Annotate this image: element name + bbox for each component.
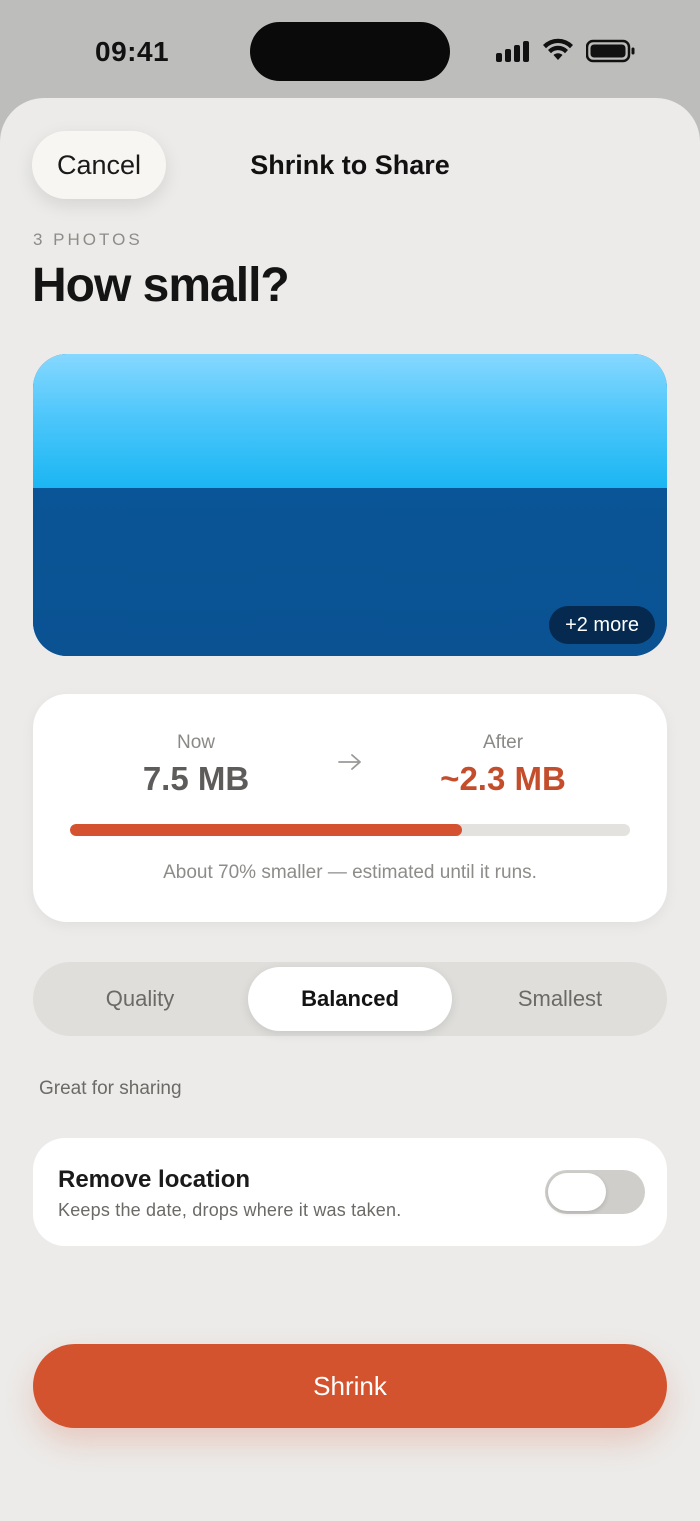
remove-location-toggle[interactable] bbox=[545, 1170, 645, 1214]
reduction-progress-track bbox=[70, 824, 630, 836]
after-label: After bbox=[482, 732, 524, 753]
remove-location-subtitle: Keeps the date, drops where it was taken… bbox=[58, 1200, 402, 1220]
now-size-value: 7.5 MB bbox=[142, 760, 250, 797]
reduction-progress-fill bbox=[70, 824, 462, 836]
mode-option-balanced[interactable]: Balanced bbox=[248, 967, 452, 1031]
status-bar: 09:41 bbox=[0, 0, 700, 100]
shrink-button[interactable]: Shrink bbox=[33, 1344, 667, 1428]
compression-mode-segmented-control: Quality Balanced Smallest bbox=[33, 962, 667, 1036]
page-title: How small? bbox=[32, 259, 290, 312]
wifi-icon bbox=[543, 38, 573, 60]
mode-option-quality[interactable]: Quality bbox=[38, 967, 242, 1031]
sheet-title: Shrink to Share bbox=[250, 150, 450, 180]
cellular-signal-icon bbox=[496, 40, 532, 62]
remove-location-title: Remove location bbox=[58, 1166, 251, 1193]
photo-sky bbox=[33, 354, 667, 488]
mode-option-smallest[interactable]: Smallest bbox=[458, 967, 662, 1031]
dynamic-island bbox=[250, 22, 450, 81]
battery-icon bbox=[586, 39, 635, 63]
arrow-right-icon bbox=[338, 754, 361, 770]
size-estimate-note: About 70% smaller — estimated until it r… bbox=[163, 862, 537, 883]
status-time: 09:41 bbox=[95, 36, 170, 67]
remove-location-card: Remove location Keeps the date, drops wh… bbox=[33, 1138, 667, 1246]
size-estimate-card: Now 7.5 MB After ~2.3 MB About 70% small… bbox=[33, 694, 667, 922]
mode-caption: Great for sharing bbox=[39, 1078, 182, 1099]
photo-preview[interactable]: +2 more bbox=[33, 354, 667, 656]
after-size-value: ~2.3 MB bbox=[440, 760, 566, 797]
photo-count-label: 3 PHOTOS bbox=[33, 230, 143, 249]
now-label: Now bbox=[176, 732, 215, 753]
share-sheet: Cancel Shrink to Share 3 PHOTOS How smal… bbox=[0, 98, 700, 1521]
more-photos-badge[interactable]: +2 more bbox=[549, 606, 655, 644]
toggle-knob bbox=[548, 1173, 606, 1211]
